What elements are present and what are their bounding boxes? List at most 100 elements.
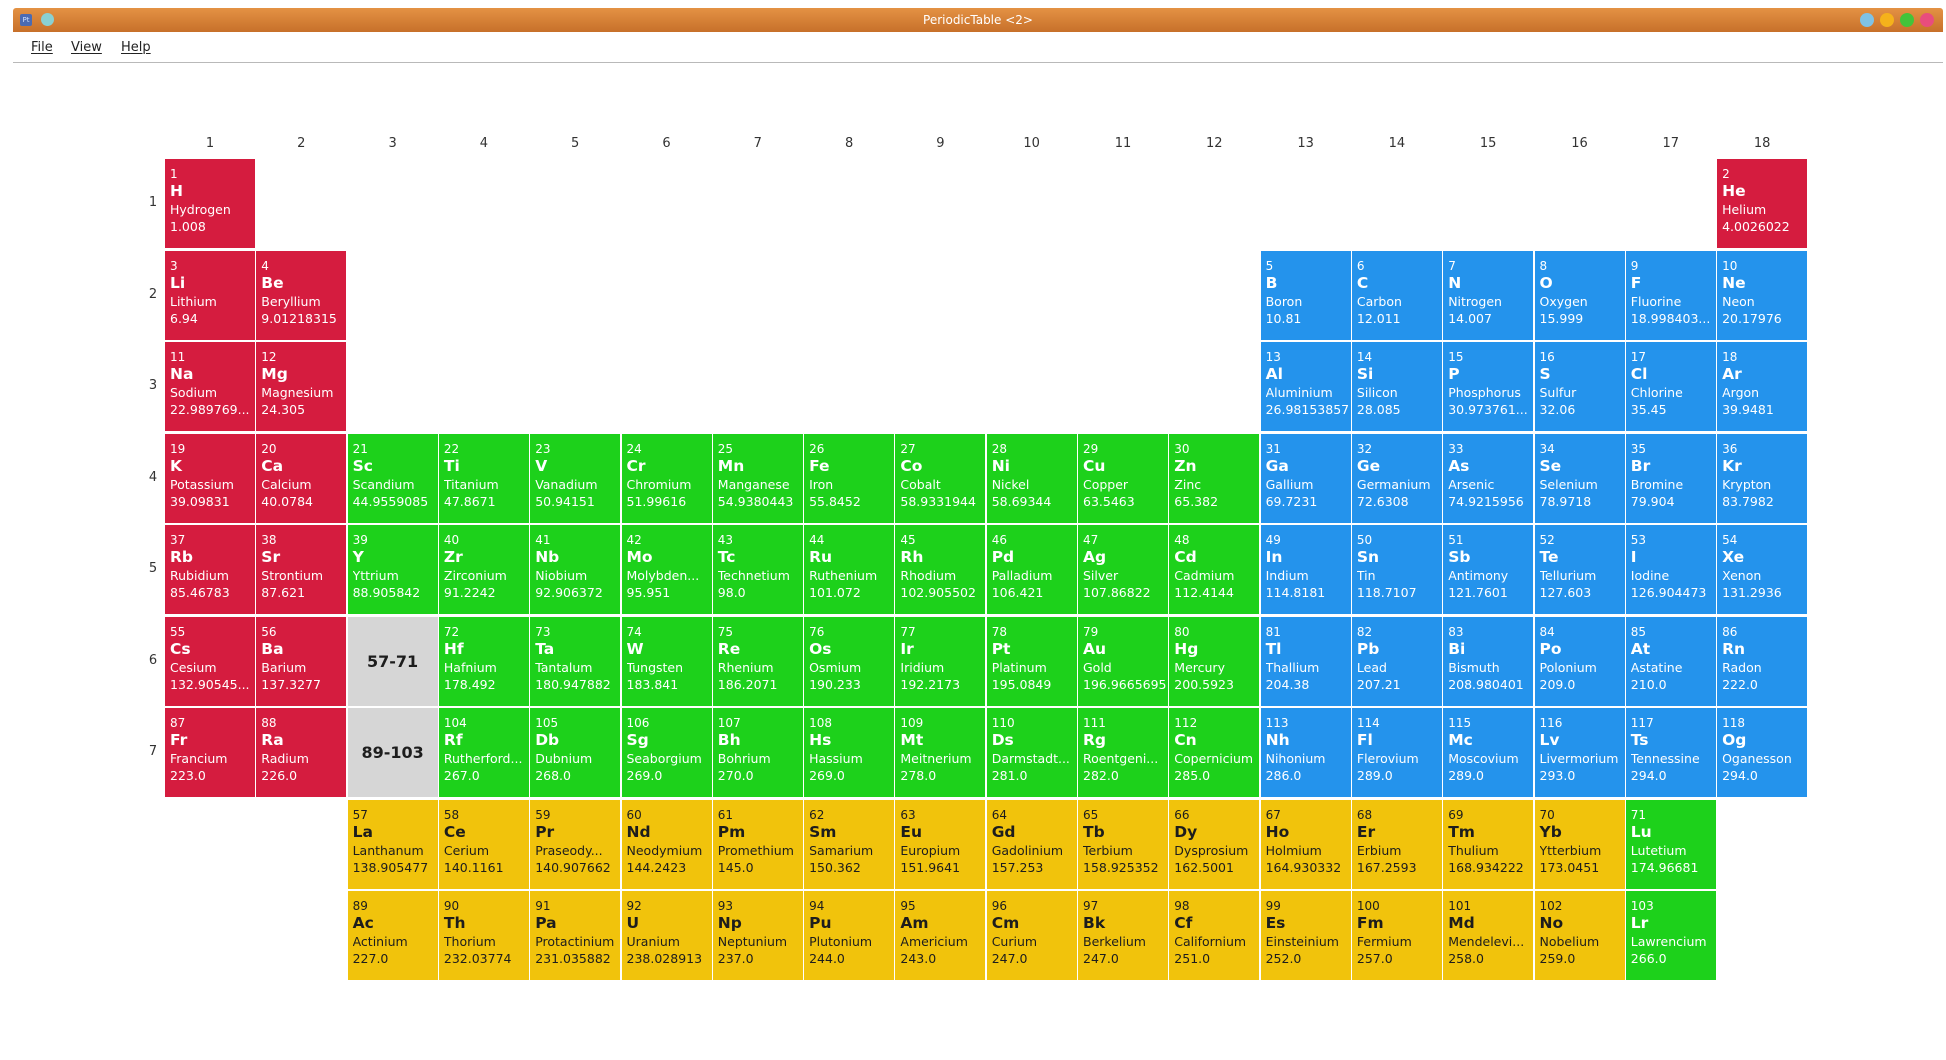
element-tile-na[interactable]: 11 Na Sodium 22.989769... — [165, 342, 255, 431]
element-tile-k[interactable]: 19 K Potassium 39.09831 — [165, 433, 255, 523]
element-tile-ar[interactable]: 18 Ar Argon 39.9481 — [1717, 342, 1808, 431]
element-tile-ga[interactable]: 31 Ga Gallium 69.7231 — [1260, 433, 1351, 523]
element-tile-eu[interactable]: 63 Eu Europium 151.9641 — [895, 799, 986, 889]
element-tile-ru[interactable]: 44 Ru Ruthenium 101.072 — [804, 525, 895, 614]
element-tile-no[interactable]: 102 No Nobelium 259.0 — [1534, 891, 1625, 980]
element-tile-np[interactable]: 93 Np Neptunium 237.0 — [712, 891, 803, 980]
element-tile-ca[interactable]: 20 Ca Calcium 40.0784 — [256, 433, 347, 523]
element-tile-fm[interactable]: 100 Fm Fermium 257.0 — [1351, 891, 1442, 980]
element-tile-pu[interactable]: 94 Pu Plutonium 244.0 — [804, 891, 895, 980]
element-tile-cd[interactable]: 48 Cd Cadmium 112.4144 — [1169, 525, 1260, 614]
element-tile-ts[interactable]: 117 Ts Tennessine 294.0 — [1625, 708, 1716, 797]
element-tile-gd[interactable]: 64 Gd Gadolinium 157.253 — [986, 799, 1077, 889]
element-tile-rh[interactable]: 45 Rh Rhodium 102.905502 — [895, 525, 986, 614]
element-tile-h[interactable]: 1 H Hydrogen 1.008 — [165, 159, 255, 248]
element-tile-ag[interactable]: 47 Ag Silver 107.86822 — [1078, 525, 1168, 614]
element-tile-sb[interactable]: 51 Sb Antimony 121.7601 — [1443, 525, 1534, 614]
element-tile-au[interactable]: 79 Au Gold 196.9665695 — [1078, 616, 1168, 706]
element-tile-re[interactable]: 75 Re Rhenium 186.2071 — [712, 616, 803, 706]
element-tile-bh[interactable]: 107 Bh Bohrium 270.0 — [712, 708, 803, 797]
element-tile-mo[interactable]: 42 Mo Molybden... 95.951 — [621, 525, 712, 614]
element-tile-fe[interactable]: 26 Fe Iron 55.8452 — [804, 433, 895, 523]
element-tile-ac[interactable]: 89 Ac Actinium 227.0 — [347, 891, 438, 980]
element-tile-te[interactable]: 52 Te Tellurium 127.603 — [1534, 525, 1625, 614]
element-tile-pa[interactable]: 91 Pa Protactinium 231.035882 — [530, 891, 621, 980]
element-tile-cl[interactable]: 17 Cl Chlorine 35.45 — [1625, 342, 1716, 431]
element-tile-ti[interactable]: 22 Ti Titanium 47.8671 — [438, 433, 529, 523]
element-tile-os[interactable]: 76 Os Osmium 190.233 — [804, 616, 895, 706]
element-tile-bi[interactable]: 83 Bi Bismuth 208.980401 — [1443, 616, 1534, 706]
element-tile-rb[interactable]: 37 Rb Rubidium 85.46783 — [165, 525, 255, 614]
element-tile-rf[interactable]: 104 Rf Rutherford... 267.0 — [438, 708, 529, 797]
element-tile-p[interactable]: 15 P Phosphorus 30.973761... — [1443, 342, 1534, 431]
element-tile-fr[interactable]: 87 Fr Francium 223.0 — [165, 708, 255, 797]
element-tile-po[interactable]: 84 Po Polonium 209.0 — [1534, 616, 1625, 706]
element-tile-cs[interactable]: 55 Cs Cesium 132.90545... — [165, 616, 255, 706]
element-tile-nh[interactable]: 113 Nh Nihonium 286.0 — [1260, 708, 1351, 797]
element-tile-lv[interactable]: 116 Lv Livermorium 293.0 — [1534, 708, 1625, 797]
element-tile-pb[interactable]: 82 Pb Lead 207.21 — [1351, 616, 1442, 706]
element-tile-xe[interactable]: 54 Xe Xenon 131.2936 — [1717, 525, 1808, 614]
element-tile-pt[interactable]: 78 Pt Platinum 195.0849 — [986, 616, 1077, 706]
element-tile-cf[interactable]: 98 Cf Californium 251.0 — [1169, 891, 1260, 980]
element-tile-cr[interactable]: 24 Cr Chromium 51.99616 — [621, 433, 712, 523]
element-tile-am[interactable]: 95 Am Americium 243.0 — [895, 891, 986, 980]
element-tile-be[interactable]: 4 Be Beryllium 9.01218315 — [256, 250, 347, 340]
element-tile-th[interactable]: 90 Th Thorium 232.03774 — [438, 891, 529, 980]
element-tile-hf[interactable]: 72 Hf Hafnium 178.492 — [438, 616, 529, 706]
element-tile-i[interactable]: 53 I Iodine 126.904473 — [1625, 525, 1716, 614]
element-tile-mc[interactable]: 115 Mc Moscovium 289.0 — [1443, 708, 1534, 797]
element-tile-ge[interactable]: 32 Ge Germanium 72.6308 — [1351, 433, 1442, 523]
element-tile-cm[interactable]: 96 Cm Curium 247.0 — [986, 891, 1077, 980]
element-tile-lu[interactable]: 71 Lu Lutetium 174.96681 — [1625, 799, 1716, 889]
element-tile-ho[interactable]: 67 Ho Holmium 164.930332 — [1260, 799, 1351, 889]
element-tile-tc[interactable]: 43 Tc Technetium 98.0 — [712, 525, 803, 614]
element-tile-ba[interactable]: 56 Ba Barium 137.3277 — [256, 616, 347, 706]
element-tile-hg[interactable]: 80 Hg Mercury 200.5923 — [1169, 616, 1260, 706]
element-tile-nb[interactable]: 41 Nb Niobium 92.906372 — [530, 525, 621, 614]
element-tile-al[interactable]: 13 Al Aluminium 26.98153857 — [1260, 342, 1351, 431]
element-tile-lr[interactable]: 103 Lr Lawrencium 266.0 — [1625, 891, 1716, 980]
element-tile-fl[interactable]: 114 Fl Flerovium 289.0 — [1351, 708, 1442, 797]
element-tile-zn[interactable]: 30 Zn Zinc 65.382 — [1169, 433, 1260, 523]
element-tile-y[interactable]: 39 Y Yttrium 88.905842 — [347, 525, 438, 614]
element-tile-kr[interactable]: 36 Kr Krypton 83.7982 — [1717, 433, 1808, 523]
element-tile-sc[interactable]: 21 Sc Scandium 44.9559085 — [347, 433, 438, 523]
element-tile-zr[interactable]: 40 Zr Zirconium 91.2242 — [438, 525, 529, 614]
element-tile-v[interactable]: 23 V Vanadium 50.94151 — [530, 433, 621, 523]
element-tile-ne[interactable]: 10 Ne Neon 20.17976 — [1717, 250, 1808, 340]
element-tile-br[interactable]: 35 Br Bromine 79.904 — [1625, 433, 1716, 523]
element-tile-se[interactable]: 34 Se Selenium 78.9718 — [1534, 433, 1625, 523]
element-tile-tb[interactable]: 65 Tb Terbium 158.925352 — [1078, 799, 1168, 889]
element-tile-u[interactable]: 92 U Uranium 238.028913 — [621, 891, 712, 980]
element-tile-c[interactable]: 6 C Carbon 12.011 — [1351, 250, 1442, 340]
element-tile-in[interactable]: 49 In Indium 114.8181 — [1260, 525, 1351, 614]
element-tile-at[interactable]: 85 At Astatine 210.0 — [1625, 616, 1716, 706]
element-tile-mg[interactable]: 12 Mg Magnesium 24.305 — [256, 342, 347, 431]
element-tile-si[interactable]: 14 Si Silicon 28.085 — [1351, 342, 1442, 431]
element-tile-yb[interactable]: 70 Yb Ytterbium 173.0451 — [1534, 799, 1625, 889]
element-tile-ra[interactable]: 88 Ra Radium 226.0 — [256, 708, 347, 797]
element-tile-pm[interactable]: 61 Pm Promethium 145.0 — [712, 799, 803, 889]
element-tile-s[interactable]: 16 S Sulfur 32.06 — [1534, 342, 1625, 431]
element-tile-pd[interactable]: 46 Pd Palladium 106.421 — [986, 525, 1077, 614]
element-tile-cu[interactable]: 29 Cu Copper 63.5463 — [1078, 433, 1168, 523]
element-tile-ds[interactable]: 110 Ds Darmstadt... 281.0 — [986, 708, 1077, 797]
series-placeholder[interactable]: 89-103 — [347, 708, 438, 797]
element-tile-og[interactable]: 118 Og Oganesson 294.0 — [1717, 708, 1808, 797]
element-tile-la[interactable]: 57 La Lanthanum 138.905477 — [347, 799, 438, 889]
element-tile-er[interactable]: 68 Er Erbium 167.2593 — [1351, 799, 1442, 889]
element-tile-li[interactable]: 3 Li Lithium 6.94 — [165, 250, 255, 340]
element-tile-dy[interactable]: 66 Dy Dysprosium 162.5001 — [1169, 799, 1260, 889]
element-tile-ni[interactable]: 28 Ni Nickel 58.69344 — [986, 433, 1077, 523]
element-tile-sg[interactable]: 106 Sg Seaborgium 269.0 — [621, 708, 712, 797]
element-tile-sr[interactable]: 38 Sr Strontium 87.621 — [256, 525, 347, 614]
element-tile-nd[interactable]: 60 Nd Neodymium 144.2423 — [621, 799, 712, 889]
element-tile-co[interactable]: 27 Co Cobalt 58.9331944 — [895, 433, 986, 523]
element-tile-es[interactable]: 99 Es Einsteinium 252.0 — [1260, 891, 1351, 980]
element-tile-ir[interactable]: 77 Ir Iridium 192.2173 — [895, 616, 986, 706]
element-tile-tl[interactable]: 81 Tl Thallium 204.38 — [1260, 616, 1351, 706]
element-tile-n[interactable]: 7 N Nitrogen 14.007 — [1443, 250, 1534, 340]
element-tile-w[interactable]: 74 W Tungsten 183.841 — [621, 616, 712, 706]
element-tile-ta[interactable]: 73 Ta Tantalum 180.947882 — [530, 616, 621, 706]
